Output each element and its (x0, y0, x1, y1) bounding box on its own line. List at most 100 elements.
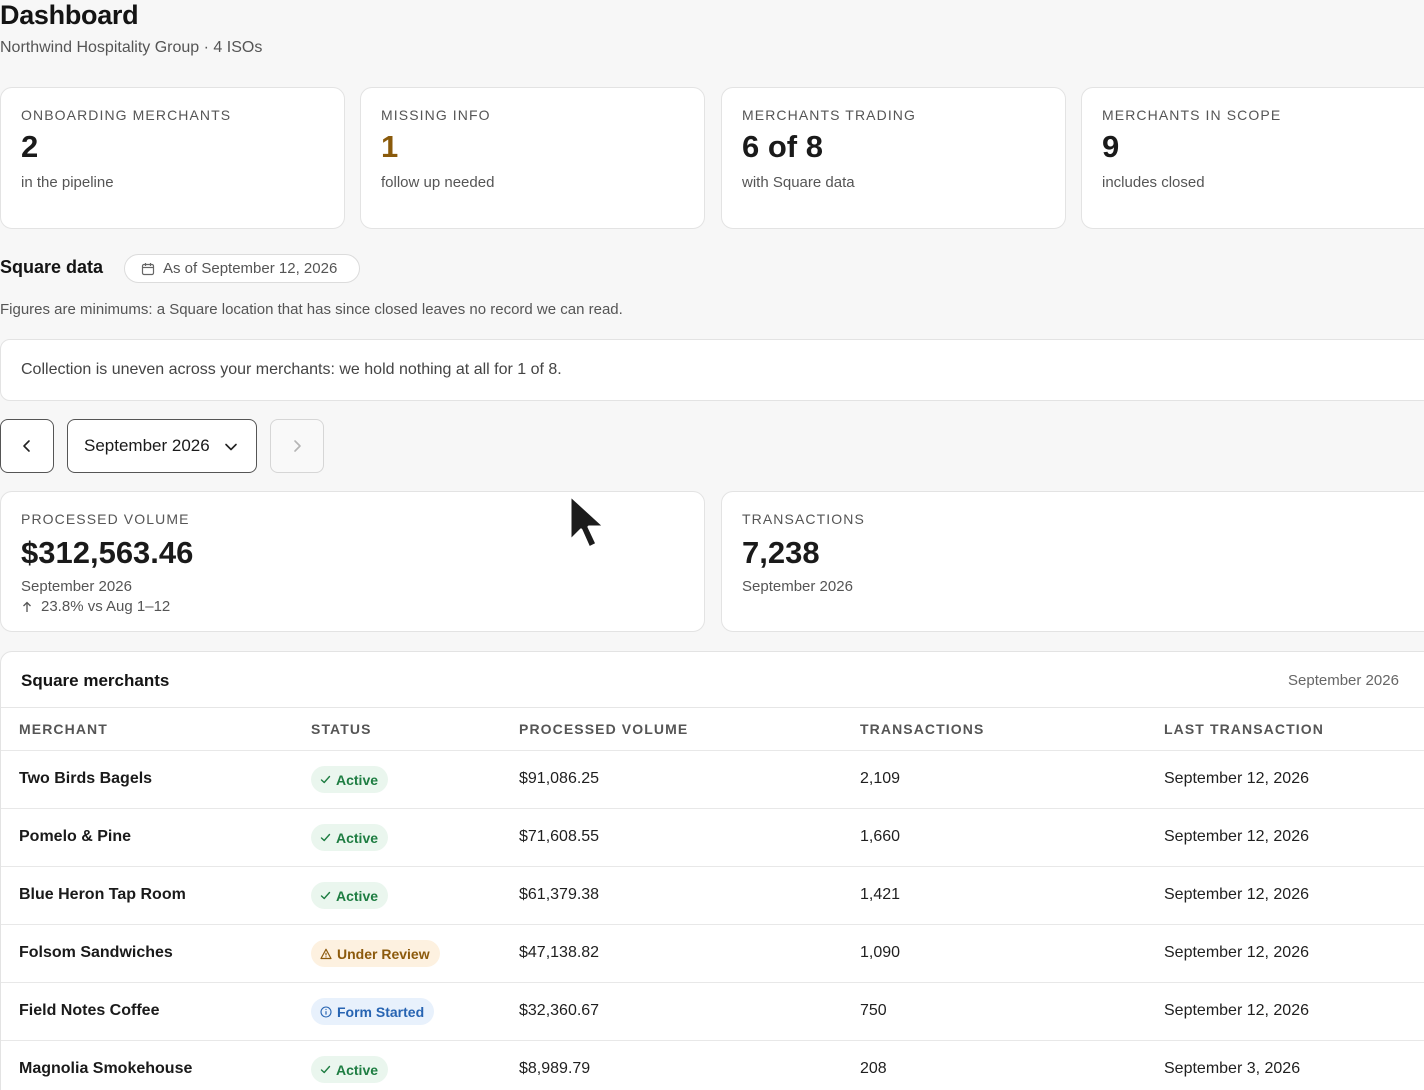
metric-trend-text: 23.8% vs Aug 1–12 (41, 598, 171, 615)
month-select[interactable]: September 2026 (67, 419, 257, 473)
column-header-status[interactable]: STATUS (311, 721, 372, 737)
status-badge: Active (311, 882, 389, 909)
merchant-name[interactable]: Magnolia Smokehouse (19, 1060, 192, 1078)
last-transaction-date: September 12, 2026 (1164, 1002, 1309, 1019)
table-row[interactable]: Magnolia Smokehouse Active $8,989.79 208… (1, 1040, 1424, 1090)
column-header-transactions[interactable]: TRANSACTIONS (860, 721, 984, 737)
section-title: Square data (0, 257, 104, 277)
table-row[interactable]: Field Notes Coffee Form Started $32,360.… (1, 982, 1424, 1040)
metric-note: September 2026 (21, 578, 132, 595)
status-badge: Active (311, 824, 389, 851)
chevron-left-icon (23, 440, 30, 452)
table-row[interactable]: Blue Heron Tap Room Active $61,379.38 1,… (1, 866, 1424, 924)
transactions-count: 1,090 (860, 944, 901, 961)
arrow-up-icon (23, 601, 31, 612)
transactions-count: 750 (860, 1002, 887, 1019)
metric-trend: 23.8% vs Aug 1–12 (21, 598, 170, 615)
last-transaction-date: September 12, 2026 (1164, 886, 1309, 903)
stat-note: with Square data (742, 174, 855, 191)
stat-note: follow up needed (381, 174, 495, 191)
check-icon (320, 1065, 331, 1074)
check-icon (320, 833, 331, 842)
column-header-volume[interactable]: PROCESSED VOLUME (519, 721, 688, 737)
column-header-merchant[interactable]: MERCHANT (19, 721, 108, 737)
coverage-notice-text: Collection is uneven across your merchan… (21, 361, 562, 378)
status-badge: Active (311, 766, 389, 793)
column-header-last-transaction[interactable]: LAST TRANSACTION (1164, 721, 1324, 737)
metric-label: TRANSACTIONS (742, 511, 865, 527)
metric-note: September 2026 (742, 578, 853, 595)
status-text: Active (336, 887, 379, 904)
divider (1, 707, 1424, 708)
last-transaction-date: September 12, 2026 (1164, 770, 1309, 787)
stat-label: MERCHANTS IN SCOPE (1102, 107, 1282, 123)
coverage-notice: Collection is uneven across your merchan… (0, 339, 1424, 401)
processed-volume: $71,608.55 (519, 828, 600, 845)
last-transaction-date: September 12, 2026 (1164, 828, 1309, 845)
metric-card-transactions: TRANSACTIONS 7,238 September 2026 (721, 491, 1424, 632)
chevron-down-icon (225, 443, 237, 451)
table-row[interactable]: Folsom Sandwiches Under Review $47,138.8… (1, 924, 1424, 982)
processed-volume: $8,989.79 (519, 1060, 591, 1077)
table-row[interactable]: Two Birds Bagels Active $91,086.25 2,109… (1, 750, 1424, 808)
transactions-count: 1,421 (860, 886, 901, 903)
stat-card-in-scope: MERCHANTS IN SCOPE 9 includes closed (1081, 87, 1424, 229)
metric-label: PROCESSED VOLUME (21, 511, 190, 527)
merchant-name[interactable]: Folsom Sandwiches (19, 944, 173, 962)
last-transaction-date: September 3, 2026 (1164, 1060, 1301, 1077)
stat-card-onboarding: ONBOARDING MERCHANTS 2 in the pipeline (0, 87, 345, 229)
merchant-name[interactable]: Two Birds Bagels (19, 770, 152, 788)
stat-label: MISSING INFO (381, 107, 491, 123)
merchant-name[interactable]: Field Notes Coffee (19, 1002, 159, 1020)
as-of-date-text: As of September 12, 2026 (163, 260, 338, 277)
table-row[interactable]: Pomelo & Pine Active $71,608.55 1,660 Se… (1, 808, 1424, 866)
stat-value: 2 (21, 129, 39, 164)
stat-value: 9 (1102, 129, 1120, 164)
transactions-count: 2,109 (860, 770, 901, 787)
info-icon (320, 1005, 332, 1018)
processed-volume: $61,379.38 (519, 886, 600, 903)
transactions-count: 1,660 (860, 828, 901, 845)
stat-value: 6 of 8 (742, 129, 823, 164)
last-transaction-date: September 12, 2026 (1164, 944, 1309, 961)
chevron-right-icon (294, 440, 301, 452)
status-text: Active (336, 829, 379, 846)
next-month-button[interactable] (270, 419, 324, 473)
processed-volume: $91,086.25 (519, 770, 600, 787)
merchants-table-card: Square merchants September 2026 MERCHANT… (0, 651, 1424, 1090)
stat-note: in the pipeline (21, 174, 114, 191)
status-text: Under Review (337, 945, 430, 962)
metric-value: 7,238 (742, 535, 820, 570)
stat-label: ONBOARDING MERCHANTS (21, 107, 232, 123)
section-note: Figures are minimums: a Square location … (0, 301, 623, 318)
stat-value: 1 (381, 129, 399, 164)
status-text: Form Started (337, 1003, 425, 1020)
dashboard-page: Dashboard Northwind Hospitality Group · … (0, 0, 1424, 1090)
status-badge: Under Review (311, 940, 440, 967)
stat-card-missing-info: MISSING INFO 1 follow up needed (360, 87, 705, 229)
warning-icon (320, 948, 332, 959)
month-select-value: September 2026 (84, 436, 210, 455)
mouse-cursor-icon (568, 493, 607, 550)
as-of-date-chip: As of September 12, 2026 (124, 254, 360, 283)
status-text: Active (336, 771, 379, 788)
table-title: Square merchants (21, 671, 170, 690)
table-period: September 2026 (1288, 672, 1399, 689)
previous-month-button[interactable] (0, 419, 54, 473)
processed-volume: $47,138.82 (519, 944, 600, 961)
metric-value: $312,563.46 (21, 535, 194, 570)
processed-volume: $32,360.67 (519, 1002, 600, 1019)
calendar-icon (141, 262, 155, 275)
merchant-name[interactable]: Blue Heron Tap Room (19, 886, 186, 904)
stat-card-trading: MERCHANTS TRADING 6 of 8 with Square dat… (721, 87, 1066, 229)
status-badge: Form Started (311, 998, 435, 1025)
stat-label: MERCHANTS TRADING (742, 107, 917, 123)
page-title: Dashboard (0, 0, 139, 30)
merchant-name[interactable]: Pomelo & Pine (19, 828, 131, 846)
status-badge: Active (311, 1056, 389, 1083)
transactions-count: 208 (860, 1060, 887, 1077)
status-text: Active (336, 1061, 379, 1078)
stat-note: includes closed (1102, 174, 1205, 191)
page-subtitle: Northwind Hospitality Group · 4 ISOs (0, 39, 263, 56)
check-icon (320, 891, 331, 900)
